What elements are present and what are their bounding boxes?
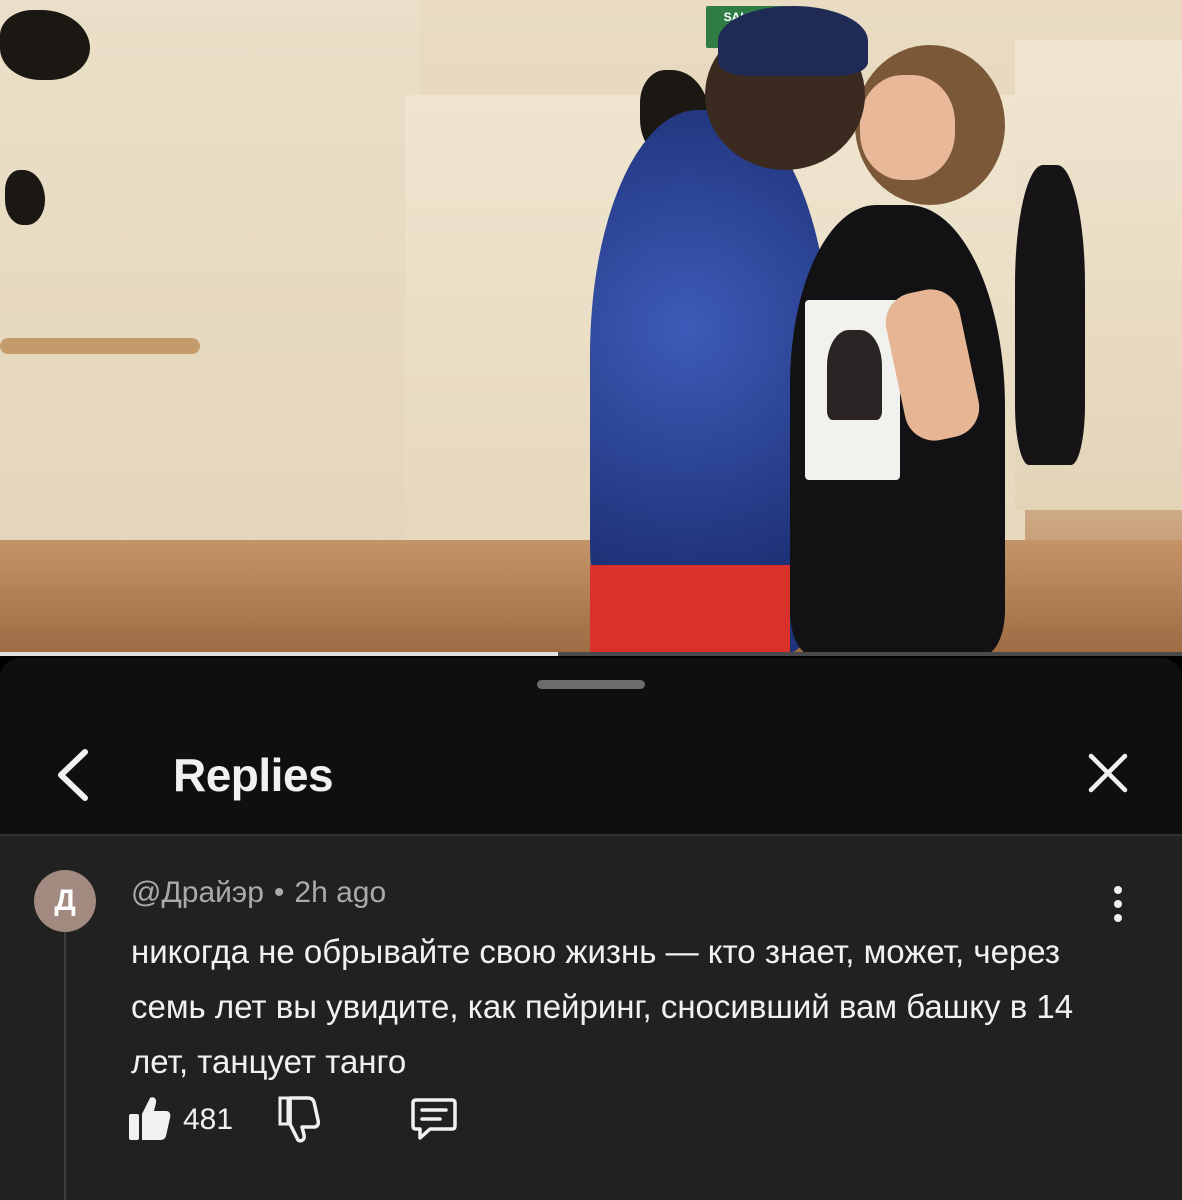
meta-separator: • xyxy=(273,876,285,909)
video-ballet-barre xyxy=(0,338,200,354)
like-count: 481 xyxy=(183,1103,234,1136)
replies-header: Replies xyxy=(0,718,1182,836)
replies-panel: Replies Д @Драйэр • 2h ago никогда не обры… xyxy=(0,658,1182,1200)
video-cap xyxy=(718,6,868,76)
drag-handle[interactable] xyxy=(537,680,645,689)
video-person-red-pants xyxy=(590,565,790,655)
menu-dot xyxy=(1114,914,1122,922)
video-progress-fill xyxy=(0,652,558,656)
more-vertical-icon[interactable] xyxy=(1096,878,1140,930)
video-background-person xyxy=(1015,165,1085,465)
panel-title: Replies xyxy=(173,749,334,801)
menu-dot xyxy=(1114,886,1122,894)
comment-text: никогда не обрывайте свою жизнь — кто зн… xyxy=(131,933,1074,1080)
video-shirt-portrait xyxy=(827,330,882,420)
thread-line xyxy=(64,924,66,1200)
close-button[interactable] xyxy=(1078,743,1138,803)
comment-actions: 481 xyxy=(128,1094,528,1154)
video-wall-left xyxy=(0,0,420,560)
video-player[interactable]: SALIDA xyxy=(0,0,1182,655)
dislike-button[interactable] xyxy=(276,1094,322,1144)
comment-author[interactable]: @Драйэр xyxy=(131,876,264,909)
back-button[interactable] xyxy=(45,740,101,810)
comment-icon xyxy=(411,1098,457,1140)
video-face-right xyxy=(860,75,955,180)
close-icon xyxy=(1088,753,1128,793)
comment: Д @Драйэр • 2h ago никогда не обрывайте св… xyxy=(0,836,1182,1200)
like-button[interactable] xyxy=(128,1094,172,1144)
menu-dot xyxy=(1114,900,1122,908)
video-progress-bar[interactable] xyxy=(0,652,1182,656)
chevron-left-icon xyxy=(58,749,88,801)
comment-meta: @Драйэр • 2h ago xyxy=(131,876,386,910)
thumbs-up-icon xyxy=(129,1097,171,1140)
thumbs-down-icon xyxy=(278,1096,321,1143)
comment-time: 2h ago xyxy=(294,876,387,909)
avatar[interactable]: Д xyxy=(34,870,96,932)
reply-button[interactable] xyxy=(410,1094,458,1144)
